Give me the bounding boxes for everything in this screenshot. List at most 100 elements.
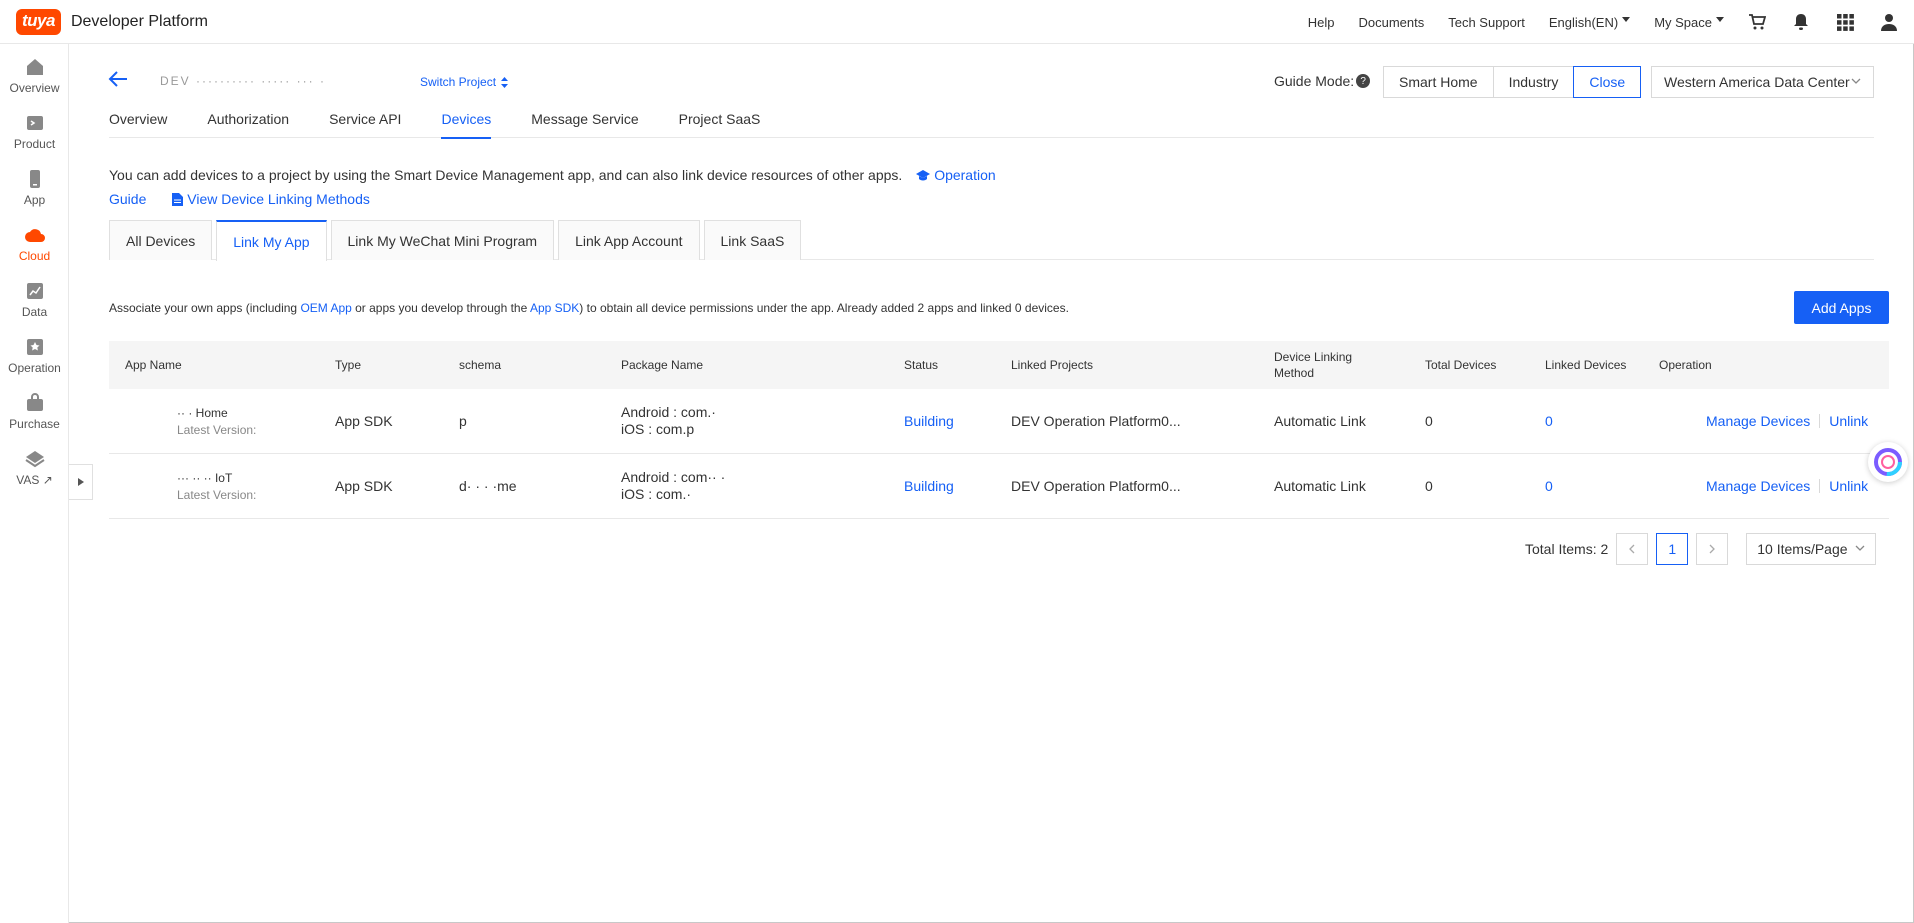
subtab-link-saas[interactable]: Link SaaS: [703, 220, 802, 260]
caret-down-icon: [1716, 16, 1724, 22]
sidebar-item-cloud[interactable]: Cloud: [0, 216, 69, 272]
android-package: Android : com·· ·: [621, 469, 726, 485]
data-center-select[interactable]: Western America Data Center: [1651, 66, 1874, 98]
sidebar-item-label: VAS ↗: [16, 473, 53, 487]
page-button[interactable]: 1: [1656, 533, 1689, 565]
cloud-icon: [24, 229, 45, 242]
operation-icon: [26, 339, 43, 355]
sidebar-item-purchase[interactable]: Purchase: [0, 384, 69, 440]
sidebar-item-label: Product: [13, 137, 56, 151]
subtab-link-app-account[interactable]: Link App Account: [558, 220, 700, 260]
top-bar: tuya Developer Platform Help Documents T…: [0, 0, 1914, 44]
assoc-text-1: Associate your own apps (including: [109, 301, 301, 315]
vas-icon: [24, 451, 45, 468]
subtab-link-my-app[interactable]: Link My App: [216, 220, 327, 261]
android-package: Android : com.·: [621, 404, 716, 420]
tab-devices[interactable]: Devices: [441, 100, 491, 139]
assoc-text-3: ) to obtain all device permissions under…: [579, 301, 1069, 315]
cart-icon[interactable]: [1746, 11, 1768, 33]
guide-option-industry[interactable]: Industry: [1492, 66, 1575, 98]
header-app-name: App Name: [125, 358, 182, 372]
help-icon[interactable]: ?: [1356, 74, 1371, 88]
apps-grid-icon[interactable]: [1834, 11, 1856, 33]
ios-package: iOS : com.·: [621, 486, 692, 502]
app-title: Developer Platform: [70, 12, 208, 30]
tab-project-saas[interactable]: Project SaaS: [679, 100, 761, 138]
associate-apps-description: Associate your own apps (including OEM A…: [109, 301, 1069, 315]
view-linking-methods-link[interactable]: View Device Linking Methods: [187, 191, 370, 207]
page-size-select[interactable]: 10 Items/Page: [1746, 533, 1877, 565]
tab-message-service[interactable]: Message Service: [531, 100, 638, 138]
status-link[interactable]: Building: [904, 389, 954, 453]
sidebar-item-vas[interactable]: VAS ↗: [0, 440, 69, 496]
manage-devices-link[interactable]: Manage Devices: [1706, 478, 1810, 494]
unlink-link[interactable]: Unlink: [1829, 413, 1868, 429]
prev-page-button[interactable]: [1616, 533, 1649, 565]
bell-icon[interactable]: [1790, 11, 1812, 33]
sidebar-item-operation[interactable]: Operation: [0, 328, 69, 384]
project-name: DEV ·········· ····· ··· ·: [160, 74, 326, 88]
sidebar-item-data[interactable]: Data: [0, 272, 69, 328]
header-type: Type: [335, 358, 362, 372]
linked-devices-link[interactable]: 0: [1545, 454, 1553, 518]
table-row: ·· · Home Latest Version: App SDK p Andr…: [109, 389, 1889, 454]
header-total-devices: Total Devices: [1425, 358, 1497, 372]
header-schema: schema: [459, 358, 502, 372]
operation-guide-link-cont[interactable]: Guide: [109, 191, 146, 207]
sidebar-item-product[interactable]: Product: [0, 104, 69, 160]
guide-option-close[interactable]: Close: [1573, 66, 1642, 98]
row-operations: Manage Devices Unlink: [1706, 454, 1868, 518]
next-page-button[interactable]: [1696, 533, 1729, 565]
pagination: Total Items: 2 1 10 Items/Page: [1525, 533, 1877, 565]
guide-option-smart-home[interactable]: Smart Home: [1383, 66, 1494, 98]
caret-right-icon: [77, 478, 84, 486]
guide-mode-label: Guide Mode:: [1274, 73, 1355, 89]
divider: [1819, 479, 1821, 493]
total-items: Total Items: 2: [1525, 541, 1609, 557]
tab-service-api[interactable]: Service API: [329, 100, 401, 138]
my-space-dropdown[interactable]: My Space: [1654, 15, 1724, 30]
external-link-icon: ↗: [42, 473, 53, 487]
total-devices: 0: [1425, 478, 1433, 494]
language-dropdown[interactable]: English(EN): [1549, 15, 1631, 30]
help-link[interactable]: Help: [1308, 15, 1335, 30]
oem-app-link[interactable]: OEM App: [300, 301, 351, 315]
app-name-cell: ··· ·· ·· IoT Latest Version:: [125, 454, 256, 518]
status-link[interactable]: Building: [904, 454, 954, 518]
devices-intro: You can add devices to a project by usin…: [109, 164, 1069, 212]
app-icon: [29, 170, 40, 188]
back-arrow-icon[interactable]: [108, 70, 128, 91]
manage-devices-link[interactable]: Manage Devices: [1706, 413, 1810, 429]
sidebar-item-overview[interactable]: Overview: [0, 48, 69, 104]
unlink-link[interactable]: Unlink: [1829, 478, 1868, 494]
my-space-label: My Space: [1654, 14, 1712, 30]
assoc-text-2: or apps you develop through the: [351, 301, 530, 315]
documents-link[interactable]: Documents: [1358, 15, 1424, 30]
sidebar-item-app[interactable]: App: [0, 160, 69, 216]
sidebar-collapse-button[interactable]: [69, 464, 93, 500]
linking-method: Automatic Link: [1274, 413, 1366, 429]
tab-overview[interactable]: Overview: [109, 100, 167, 138]
subtab-all-devices[interactable]: All Devices: [109, 220, 213, 260]
row-operations: Manage Devices Unlink: [1706, 389, 1868, 453]
tech-support-link[interactable]: Tech Support: [1448, 15, 1525, 30]
add-apps-button[interactable]: Add Apps: [1794, 291, 1889, 324]
assistant-icon: [1874, 448, 1902, 476]
header-device-linking-method: Device Linking Method: [1274, 350, 1353, 380]
subtab-link-wechat-mini-program[interactable]: Link My WeChat Mini Program: [330, 220, 555, 260]
sort-icon: [501, 76, 509, 88]
user-icon[interactable]: [1878, 11, 1900, 33]
linked-devices-link[interactable]: 0: [1545, 389, 1553, 453]
main-tabs: Overview Authorization Service API Devic…: [109, 100, 1874, 139]
operation-guide-link[interactable]: Operation: [934, 167, 995, 183]
ai-assistant-button[interactable]: [1868, 442, 1908, 482]
chevron-down-icon: [1855, 545, 1865, 551]
app-sdk-link[interactable]: App SDK: [530, 301, 579, 315]
sidebar-item-label: Overview: [9, 81, 60, 95]
product-icon: [26, 116, 43, 130]
chevron-left-icon: [1629, 544, 1635, 554]
table-row: ··· ·· ·· IoT Latest Version: App SDK d·…: [109, 454, 1889, 519]
tab-authorization[interactable]: Authorization: [207, 100, 289, 138]
switch-project-button[interactable]: Switch Project: [420, 75, 509, 89]
logo[interactable]: tuya Developer Platform: [16, 8, 208, 35]
